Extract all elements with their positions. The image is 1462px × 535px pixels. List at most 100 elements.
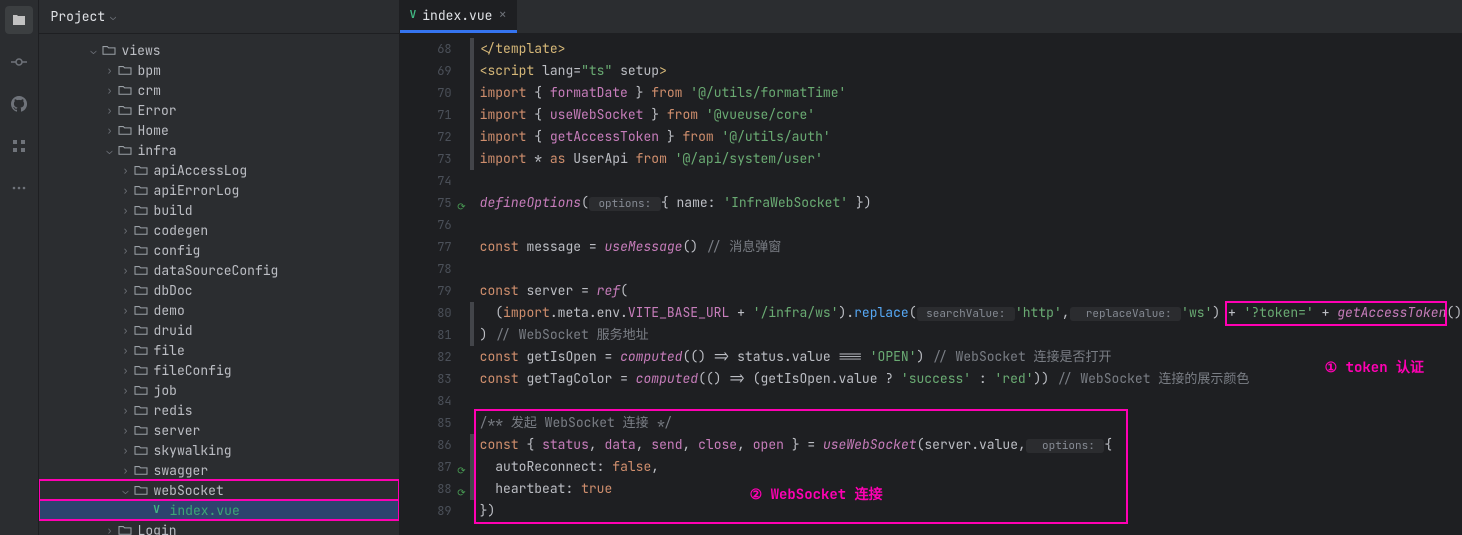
tree-label: codegen [154, 222, 209, 239]
chevron-right-icon[interactable] [119, 404, 133, 417]
chevron-right-icon[interactable] [103, 524, 117, 535]
close-icon[interactable]: × [498, 6, 506, 24]
line-number[interactable]: 89 [400, 500, 452, 522]
chevron-right-icon[interactable] [103, 104, 117, 117]
line-number[interactable]: 72 [400, 126, 452, 148]
tree-item-config[interactable]: config [39, 240, 399, 260]
tree-item-views[interactable]: views [39, 40, 399, 60]
chevron-right-icon[interactable] [119, 224, 133, 237]
tree-item-infra[interactable]: infra [39, 140, 399, 160]
tree-label: demo [154, 302, 185, 319]
line-number[interactable]: 77 [400, 236, 452, 258]
tree-item-fileconfig[interactable]: fileConfig [39, 360, 399, 380]
tree-label: file [154, 342, 185, 359]
code-content[interactable]: </template> <script lang="ts" setup> imp… [470, 34, 1462, 535]
tree-item-swagger[interactable]: swagger [39, 460, 399, 480]
more-icon[interactable] [5, 174, 33, 202]
chevron-right-icon[interactable] [119, 164, 133, 177]
file-tree[interactable]: viewsbpmcrmErrorHome infraapiAccessLog api… [39, 34, 399, 535]
tree-item-home[interactable]: Home [39, 120, 399, 140]
tree-item-bpm[interactable]: bpm [39, 60, 399, 80]
tree-label: views [122, 42, 161, 59]
chevron-right-icon[interactable] [119, 344, 133, 357]
folder-icon [117, 64, 133, 76]
chevron-right-icon[interactable] [119, 264, 133, 277]
tree-label: infra [138, 142, 177, 159]
folder-icon [117, 124, 133, 136]
tree-item-druid[interactable]: druid [39, 320, 399, 340]
line-number[interactable]: 87⟳ [400, 456, 452, 478]
chevron-right-icon[interactable] [119, 244, 133, 257]
line-number[interactable]: 85 [400, 412, 452, 434]
chevron-right-icon[interactable] [119, 364, 133, 377]
chevron-right-icon[interactable] [119, 444, 133, 457]
tree-item-redis[interactable]: redis [39, 400, 399, 420]
chevron-right-icon[interactable] [103, 84, 117, 97]
line-number[interactable]: 68 [400, 38, 452, 60]
tab-index-vue[interactable]: V index.vue × [400, 0, 517, 33]
chevron-right-icon[interactable] [119, 464, 133, 477]
line-number[interactable]: 86 [400, 434, 452, 456]
line-number[interactable]: 75⟳ [400, 192, 452, 214]
code-editor[interactable]: 6869707172737475⟳76777879808182838485868… [400, 34, 1462, 535]
line-number[interactable]: 88⟳ [400, 478, 452, 500]
chevron-right-icon[interactable] [119, 204, 133, 217]
commit-icon[interactable] [5, 48, 33, 76]
chevron-right-icon[interactable] [103, 64, 117, 77]
tree-item-job[interactable]: job [39, 380, 399, 400]
tree-item-build[interactable]: build [39, 200, 399, 220]
line-number[interactable]: 79 [400, 280, 452, 302]
line-number[interactable]: 81 [400, 324, 452, 346]
tree-item-demo[interactable]: demo [39, 300, 399, 320]
code-line: import { formatDate } from '@/utils/form… [470, 82, 1462, 104]
chevron-right-icon[interactable] [103, 124, 117, 137]
line-number[interactable]: 71 [400, 104, 452, 126]
code-line: const getTagColor = computed(() => (getI… [470, 368, 1462, 390]
folder-icon [133, 364, 149, 376]
line-number[interactable]: 83 [400, 368, 452, 390]
code-line [470, 258, 1462, 280]
github-icon[interactable] [5, 90, 33, 118]
gutter: 6869707172737475⟳76777879808182838485868… [400, 34, 470, 535]
tree-item-dbdoc[interactable]: dbDoc [39, 280, 399, 300]
line-number[interactable]: 74 [400, 170, 452, 192]
chevron-right-icon[interactable] [119, 384, 133, 397]
line-number[interactable]: 76 [400, 214, 452, 236]
line-number[interactable]: 80 [400, 302, 452, 324]
project-panel-header[interactable]: Project ⌄ [39, 0, 399, 34]
tree-item-datasourceconfig[interactable]: dataSourceConfig [39, 260, 399, 280]
chevron-down-icon[interactable] [87, 44, 101, 57]
tree-item-server[interactable]: server [39, 420, 399, 440]
tree-item-index-vue[interactable]: Vindex.vue [39, 500, 399, 520]
chevron-right-icon[interactable] [119, 324, 133, 337]
tree-item-apierrorlog[interactable]: apiErrorLog [39, 180, 399, 200]
tree-label: webSocket [154, 482, 224, 499]
chevron-right-icon[interactable] [119, 424, 133, 437]
line-number[interactable]: 70 [400, 82, 452, 104]
tree-item-login[interactable]: Login [39, 520, 399, 535]
tree-item-error[interactable]: Error [39, 100, 399, 120]
line-number[interactable]: 69 [400, 60, 452, 82]
tree-item-websocket[interactable]: webSocket [39, 480, 399, 500]
line-number[interactable]: 73 [400, 148, 452, 170]
structure-icon[interactable] [5, 132, 33, 160]
chevron-right-icon[interactable] [119, 184, 133, 197]
folder-icon [133, 484, 149, 496]
tree-item-apiaccesslog[interactable]: apiAccessLog [39, 160, 399, 180]
line-number[interactable]: 84 [400, 390, 452, 412]
tree-item-crm[interactable]: crm [39, 80, 399, 100]
chevron-down-icon[interactable] [103, 144, 117, 157]
chevron-down-icon[interactable] [119, 484, 133, 497]
folder-icon [133, 224, 149, 236]
code-line: defineOptions( options: { name: 'InfraWe… [470, 192, 1462, 214]
project-explorer-icon[interactable] [5, 6, 33, 34]
tree-label: apiErrorLog [154, 182, 240, 199]
line-number[interactable]: 82 [400, 346, 452, 368]
tree-item-codegen[interactable]: codegen [39, 220, 399, 240]
tree-item-file[interactable]: file [39, 340, 399, 360]
folder-icon [133, 464, 149, 476]
chevron-right-icon[interactable] [119, 304, 133, 317]
chevron-right-icon[interactable] [119, 284, 133, 297]
line-number[interactable]: 78 [400, 258, 452, 280]
tree-item-skywalking[interactable]: skywalking [39, 440, 399, 460]
